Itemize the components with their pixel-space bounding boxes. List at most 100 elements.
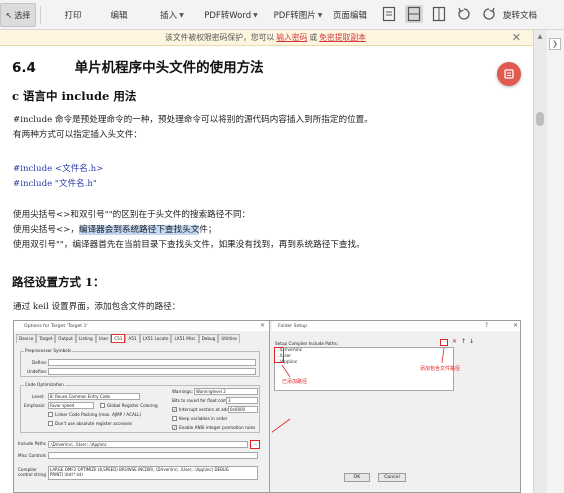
interrupt-field: 0x0000 [228, 406, 258, 413]
side-panel-strip: ❯ [547, 30, 564, 493]
keil-screenshot: Options for Target 'Target 1' ✕ Device T… [13, 320, 521, 493]
close-icon[interactable]: ✕ [512, 31, 521, 44]
toolbar: ↖ 选择 打印 编辑 插入 ▼ PDF转Word ▼ PDF转图片 ▼ 页面编辑… [0, 0, 564, 30]
checkbox [48, 412, 53, 417]
checkbox: ✓ [172, 407, 177, 412]
define-field [48, 359, 256, 366]
text-run: 件； [199, 225, 217, 235]
include-heading: c 语言中 include 用法 [12, 89, 137, 103]
tab-device: Device [16, 334, 37, 343]
scroll-up-icon[interactable]: ▲ [536, 32, 544, 40]
password-notice-bar: 该文件被权限密码保护，您可以 输入密码 或 免密提取副本 ✕ [0, 30, 533, 46]
extract-copy-link[interactable]: 免密提取副本 [319, 32, 366, 43]
browse-button: ... [250, 440, 260, 449]
options-tabs: Device Target Output Listing User C51 A5… [16, 334, 241, 343]
tab-debug: Debug [198, 334, 219, 343]
section-title: 单片机程序中头文件的使用方法 [74, 60, 264, 76]
page-edit-button[interactable]: 页面编辑 [330, 4, 370, 26]
rotate-left-icon[interactable] [455, 5, 473, 23]
checkbox-label: Linker Code Packing (max. AJMP / ACALL) [55, 412, 142, 417]
section-heading: 6.4 单片机程序中头文件的使用方法 [12, 56, 264, 76]
undefine-field [48, 368, 256, 375]
selected-text[interactable]: 编译器会到系统路径下查找头文 [78, 225, 200, 235]
select-tool-label: 选择 [14, 10, 31, 20]
level-label: Level: [32, 394, 45, 399]
title-text: Options for Target 'Target 1' [24, 323, 88, 329]
undefine-label: Undefine: [27, 369, 48, 374]
checkbox: ✓ [172, 425, 177, 430]
misc-controls-label: Misc Controls [18, 453, 46, 458]
compiler-control-field: LARGE OMF2 OPTIMIZE (8,SPEED) BROWSE INC… [48, 466, 258, 480]
edit-button[interactable]: 编辑 [104, 4, 134, 26]
enter-password-link[interactable]: 输入密码 [276, 32, 307, 43]
code-line: #include <文件名.h> [13, 164, 104, 174]
floating-tool-button[interactable] [497, 62, 521, 86]
pdf-to-image-label: PDF转图片 [273, 11, 316, 21]
rotate-document-label: 旋转文档 [502, 11, 537, 21]
bits-select: 3 [226, 397, 258, 404]
two-page-view-icon[interactable] [430, 5, 448, 23]
paragraph: 使用双引号""，编译器首先在当前目录下查找头文件，如果没有找到，再到系统路径下查… [13, 240, 365, 250]
text-run: 使用尖括号<>， [13, 225, 79, 235]
checkbox-label: Don't use absolute register accesses [55, 421, 132, 426]
emphasis-select: Favor speed [48, 402, 94, 409]
misc-controls-field [48, 452, 258, 459]
checkbox [48, 421, 53, 426]
compiler-control-label: Compiler control string [18, 467, 46, 477]
checkbox [172, 416, 177, 421]
select-tool-button[interactable]: ↖ 选择 [0, 3, 36, 27]
single-page-view-icon[interactable] [380, 5, 398, 23]
rotate-right-icon[interactable] [480, 5, 498, 23]
checkbox-label: Keep variables in order [179, 416, 228, 421]
notice-text: 该文件被权限密码保护，您可以 [165, 33, 275, 42]
paragraph: #include 命令是预处理命令的一种，预处理命令可以将别的源代码内容插入到所… [13, 115, 373, 125]
print-label: 打印 [64, 11, 82, 21]
toolbar-divider [40, 6, 41, 24]
chevron-down-icon: ▼ [317, 11, 323, 19]
tab-a51: A51 [125, 334, 140, 343]
tab-target: Target [36, 334, 56, 343]
paragraph: 使用尖括号<>和双引号""的区别在于头文件的搜索路径不同： [13, 210, 251, 220]
tab-utilities: Utilities [218, 334, 241, 343]
continuous-view-icon[interactable] [405, 5, 423, 23]
chevron-down-icon: ▼ [179, 11, 184, 19]
tab-lx51-locate: LX51 Locate [139, 334, 172, 343]
tab-lx51-misc: LX51 Misc [171, 334, 199, 343]
pdf-to-image-button[interactable]: PDF转图片 ▼ [268, 4, 328, 26]
rotate-document-button[interactable]: 旋转文档 [500, 4, 540, 26]
edit-label: 编辑 [110, 11, 128, 21]
print-button[interactable]: 打印 [58, 4, 88, 26]
insert-label: 插入 [160, 11, 178, 21]
tab-c51: C51 [111, 334, 126, 343]
group-label: Preprocessor Symbols [24, 348, 73, 353]
vertical-scrollbar[interactable]: ▲ [533, 30, 546, 493]
group-label: Code Optimization [24, 382, 65, 387]
pdf-to-word-button[interactable]: PDF转Word ▼ [200, 4, 262, 26]
paragraph: 有两种方式可以指定插入头文件： [13, 130, 142, 140]
panel-toggle-icon[interactable]: ❯ [549, 38, 561, 50]
notice-or-text: 或 [309, 33, 318, 42]
tab-user: User [95, 334, 112, 343]
insert-button[interactable]: 插入 ▼ [155, 4, 189, 26]
options-dialog-title: Options for Target 'Target 1' ✕ [14, 321, 269, 331]
chevron-down-icon: ▼ [253, 11, 258, 19]
paragraph: 使用尖括号<>，编译器会到系统路径下查找头文件； [13, 223, 217, 235]
page-edit-label: 页面编辑 [332, 11, 367, 21]
scrollbar-thumb[interactable] [536, 112, 544, 126]
document-page: 6.4 单片机程序中头文件的使用方法 c 语言中 include 用法 #inc… [0, 46, 533, 493]
close-icon: ✕ [259, 322, 265, 329]
warnings-select: Warninglevel 2 [194, 388, 258, 395]
include-paths-field: .\Driver\inc;..\User;..\App\inc [48, 441, 248, 448]
section-number: 6.4 [12, 60, 36, 76]
define-label: Define: [32, 360, 48, 365]
checkbox-label: Global Register Coloring [107, 403, 158, 408]
include-paths-label: Include Paths [18, 441, 46, 446]
tab-listing: Listing [75, 334, 96, 343]
checkbox-label: Enable ANSI integer promotion rules [179, 425, 256, 430]
convert-icon [504, 69, 514, 79]
level-select: 8: Reuse Common Entry Code [48, 393, 140, 400]
folder-setup-dialog: Folder Setup ? ✕ Setup Compiler Include … [272, 321, 520, 492]
emphasis-label: Emphasis: [24, 403, 46, 408]
tab-output: Output [55, 334, 76, 343]
checkbox [100, 403, 105, 408]
